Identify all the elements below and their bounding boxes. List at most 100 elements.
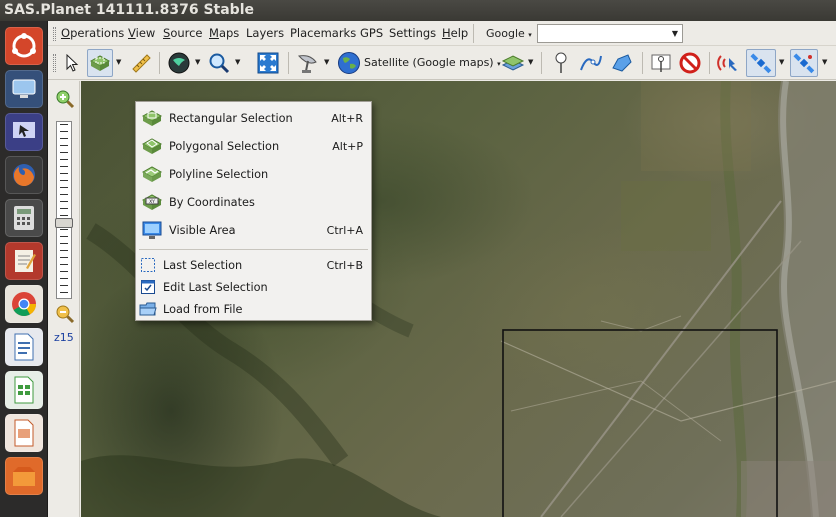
menu-view[interactable]: View: [128, 21, 155, 46]
selection-tool-button[interactable]: [87, 49, 113, 77]
layers-dropdown-arrow[interactable]: ▼: [528, 58, 533, 66]
menu-operations[interactable]: Operations: [61, 21, 124, 46]
rectangular-selection-icon: [140, 107, 164, 129]
zoom-out-icon: [56, 305, 75, 324]
menu-help[interactable]: Help: [442, 21, 468, 46]
sas-planet-icon[interactable]: [5, 457, 43, 495]
menu-source[interactable]: Source: [163, 21, 203, 46]
last-selection-icon: [139, 257, 157, 273]
menu-item-label: Load from File: [163, 302, 243, 316]
zoom-dropdown-arrow[interactable]: ▼: [235, 58, 240, 66]
layers-button[interactable]: [500, 49, 526, 77]
unity-launcher: [0, 21, 48, 517]
magnifier-icon: [209, 53, 230, 74]
toolbar-separator: [288, 52, 289, 74]
menubar-separator: [473, 24, 474, 43]
selection-map-icon: [89, 55, 111, 71]
search-dropdown-button[interactable]: ▼: [668, 25, 682, 42]
gps-center-dropdown-arrow[interactable]: ▼: [822, 58, 827, 66]
calculator-icon[interactable]: [5, 199, 43, 237]
menu-item-label: Edit Last Selection: [163, 280, 268, 294]
menu-bar: Operations View Source Maps Layers Place…: [48, 21, 836, 46]
search-provider-select[interactable]: Google ▾: [478, 24, 534, 43]
toolbar-separator: [159, 52, 160, 74]
map-type-globe-button[interactable]: [336, 49, 362, 77]
chrome-icon[interactable]: [5, 285, 43, 323]
menu-maps[interactable]: Maps: [209, 21, 239, 46]
firefox-icon[interactable]: [5, 156, 43, 194]
main-toolbar: ▼ ▼ ▼ ▼ Satellite (Google maps) ▾ ▼ ▼ ▼: [48, 46, 836, 80]
placemark-list-icon: [651, 54, 671, 72]
presentation-app-icon[interactable]: [5, 113, 43, 151]
search-input[interactable]: [537, 24, 683, 43]
zoom-slider-thumb[interactable]: [55, 218, 73, 228]
zoom-in-button[interactable]: [55, 89, 75, 109]
add-placemark-button[interactable]: [550, 49, 572, 77]
layers-icon: [501, 55, 525, 71]
source-dropdown-arrow[interactable]: ▼: [324, 58, 329, 66]
polygonal-selection-icon: [140, 135, 164, 157]
gps-track-button[interactable]: [746, 49, 776, 77]
gps-center-button[interactable]: [790, 49, 818, 77]
zoom-out-button[interactable]: [55, 304, 75, 324]
earth-globe-icon: [338, 52, 360, 74]
map-pin-icon: [555, 52, 567, 73]
gps-dropdown-arrow[interactable]: ▼: [779, 58, 784, 66]
zoom-tool-button[interactable]: [206, 49, 232, 77]
pointer-tool-button[interactable]: [60, 49, 84, 77]
ubuntu-dash-icon[interactable]: [5, 27, 43, 65]
zoom-level-label: z15: [54, 331, 74, 344]
menubar-grip[interactable]: [53, 27, 56, 41]
menu-item-by-coordinates[interactable]: XY By Coordinates: [136, 189, 371, 215]
toolbar-separator: [541, 52, 542, 74]
menu-item-label: Last Selection: [163, 258, 243, 272]
forbidden-icon: [679, 52, 701, 74]
menu-placemarks[interactable]: Placemarks: [290, 21, 356, 46]
path-icon: [580, 55, 602, 71]
selection-dropdown-arrow[interactable]: ▼: [116, 58, 121, 66]
placemarks-list-button[interactable]: [649, 49, 673, 77]
load-from-file-icon: [139, 301, 157, 317]
menu-item-rectangular-selection[interactable]: Rectangular Selection Alt+R: [136, 105, 371, 131]
globe-dropdown-arrow[interactable]: ▼: [195, 58, 200, 66]
menu-item-label: Visible Area: [169, 223, 236, 237]
menu-item-shortcut: Ctrl+A: [326, 223, 363, 237]
satellite-icon: [750, 53, 772, 74]
add-polygon-button[interactable]: [609, 49, 635, 77]
polyline-selection-icon: [140, 163, 164, 185]
add-path-button[interactable]: [578, 49, 604, 77]
menu-item-polygonal-selection[interactable]: Polygonal Selection Alt+P: [136, 133, 371, 159]
fullscreen-button[interactable]: [254, 49, 282, 77]
libreoffice-writer-icon[interactable]: [5, 328, 43, 366]
ruler-icon: [132, 54, 151, 73]
map-source-button[interactable]: [294, 49, 322, 77]
menu-item-shortcut: Alt+R: [331, 111, 363, 125]
menu-item-edit-last-selection[interactable]: Edit Last Selection: [136, 276, 371, 298]
menu-item-visible-area[interactable]: Visible Area Ctrl+A: [136, 217, 371, 243]
menu-layers[interactable]: Layers: [246, 21, 284, 46]
cursor-arrow-icon: [66, 54, 79, 72]
menu-gps[interactable]: GPS: [360, 21, 383, 46]
toolbar-separator: [709, 52, 710, 74]
polygon-icon: [612, 54, 632, 72]
zoom-slider[interactable]: [55, 121, 73, 299]
text-editor-icon[interactable]: [5, 242, 43, 280]
tv-app-icon[interactable]: [5, 70, 43, 108]
hide-placemarks-button[interactable]: [678, 49, 702, 77]
menu-item-load-from-file[interactable]: Load from File: [136, 298, 371, 320]
menu-item-last-selection[interactable]: Last Selection Ctrl+B: [136, 254, 371, 276]
gps-connect-button[interactable]: [716, 49, 740, 77]
navigation-globe-button[interactable]: [165, 49, 193, 77]
menu-item-polyline-selection[interactable]: Polyline Selection: [136, 161, 371, 187]
satellite-center-icon: [793, 53, 815, 74]
ruler-tool-button[interactable]: [128, 49, 154, 77]
toolbar-grip[interactable]: [53, 54, 56, 72]
menu-settings[interactable]: Settings: [389, 21, 436, 46]
libreoffice-impress-icon[interactable]: [5, 414, 43, 452]
app-window: Operations View Source Maps Layers Place…: [48, 21, 836, 517]
by-coordinates-icon: XY: [140, 191, 164, 213]
globe-dark-icon: [168, 52, 190, 74]
map-type-selector[interactable]: Satellite (Google maps) ▾: [364, 49, 501, 77]
libreoffice-calc-icon[interactable]: [5, 371, 43, 409]
fullscreen-icon: [257, 52, 279, 74]
